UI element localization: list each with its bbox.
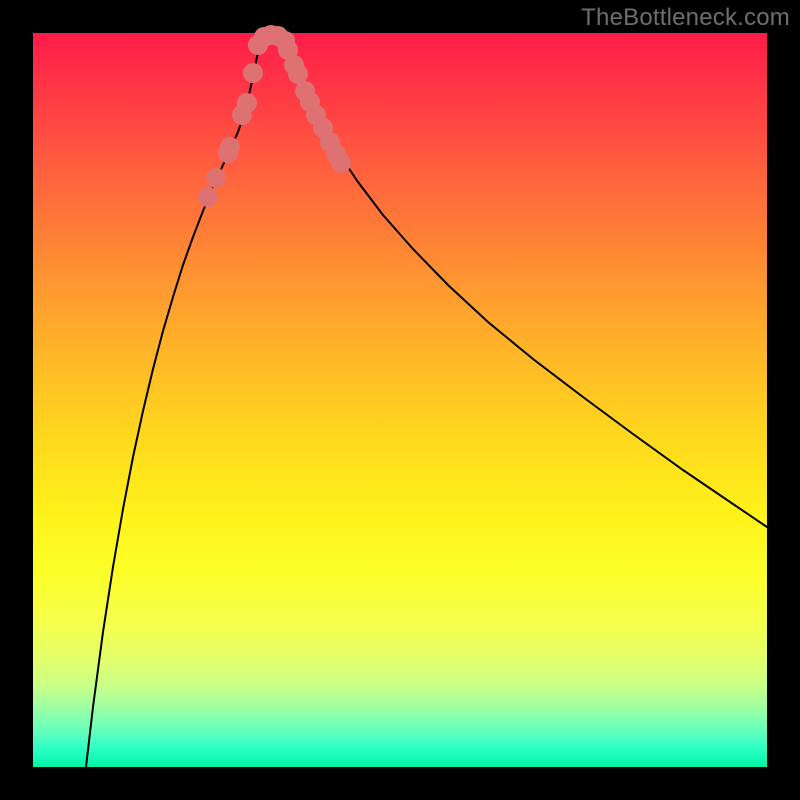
marker-dot <box>331 153 351 173</box>
watermark-text: TheBottleneck.com <box>581 4 790 32</box>
marker-dot <box>243 63 263 83</box>
marker-dot <box>198 187 218 207</box>
curve-markers <box>198 25 351 207</box>
marker-dot <box>206 168 226 188</box>
curve-right-branch <box>283 35 767 527</box>
marker-dot <box>237 93 257 113</box>
chart-frame: TheBottleneck.com <box>0 0 800 800</box>
marker-dot <box>220 137 240 157</box>
curve-overlay <box>33 33 767 767</box>
